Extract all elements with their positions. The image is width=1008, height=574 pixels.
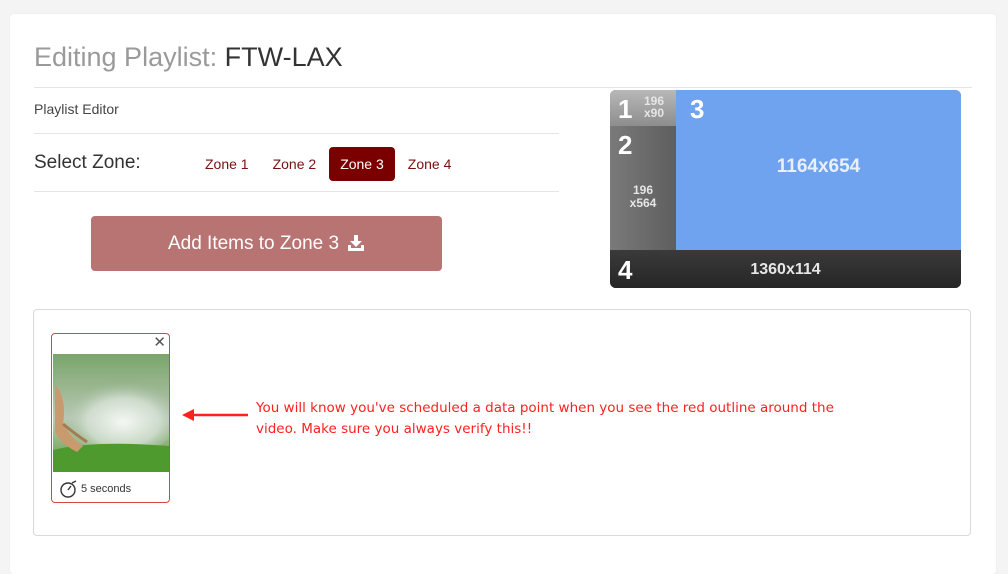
timer-icon xyxy=(60,480,77,498)
zone-tab-4[interactable]: Zone 4 xyxy=(397,147,463,181)
download-icon xyxy=(348,235,365,251)
select-zone-label: Select Zone: xyxy=(34,152,141,173)
title-divider xyxy=(34,87,972,88)
playlist-items-panel: ✕ 5 seconds You will know you've schedul… xyxy=(33,309,971,536)
zone3-preview[interactable]: 3 1164x654 xyxy=(676,90,961,250)
zone3-dim: 1164x654 xyxy=(776,156,861,177)
item-duration: 5 seconds xyxy=(59,480,131,498)
add-items-button-label: Add Items to Zone 3 xyxy=(167,232,340,254)
zone1-number: 1 xyxy=(618,94,633,124)
zone2-dim-h: x564 xyxy=(629,196,657,210)
zone2-number: 2 xyxy=(618,130,633,160)
playlist-editor-card: Editing Playlist: FTW-LAX Playlist Edito… xyxy=(10,14,996,574)
zone-layout-preview: 1 196 x90 2 196 x564 3 1164x654 4 1360x1… xyxy=(610,90,961,288)
playlist-name: FTW-LAX xyxy=(224,42,343,72)
playlist-editor-label: Playlist Editor xyxy=(34,101,119,117)
zone2-preview[interactable]: 2 196 x564 xyxy=(610,126,676,250)
zone-divider xyxy=(34,191,559,192)
page-title-prefix: Editing Playlist: xyxy=(34,42,218,72)
annotation-note: You will know you've scheduled a data po… xyxy=(256,400,834,437)
zone-tab-1[interactable]: Zone 1 xyxy=(194,147,260,181)
zone-tabs: Zone 1 Zone 2 Zone 3 Zone 4 xyxy=(194,147,464,181)
zone-tab-2[interactable]: Zone 2 xyxy=(262,147,328,181)
editor-divider xyxy=(34,133,559,134)
page-title: Editing Playlist: FTW-LAX xyxy=(34,42,343,73)
zone3-number: 3 xyxy=(690,94,705,124)
zone1-preview[interactable]: 1 196 x90 xyxy=(610,90,676,126)
zone4-dim: 1360x114 xyxy=(750,261,821,278)
zone1-dim-h: x90 xyxy=(643,106,665,120)
close-icon[interactable]: ✕ xyxy=(153,334,166,352)
duration-label: 5 seconds xyxy=(81,483,132,495)
arrow-left-icon xyxy=(182,409,248,421)
add-items-button[interactable]: Add Items to Zone 3 xyxy=(91,216,442,271)
zone-tab-3[interactable]: Zone 3 xyxy=(329,147,395,181)
zone2-dim-w: 196 xyxy=(632,183,654,197)
playlist-item[interactable]: ✕ 5 seconds xyxy=(51,333,170,503)
zone4-preview[interactable]: 4 1360x114 xyxy=(610,250,961,288)
video-thumbnail xyxy=(53,354,169,472)
